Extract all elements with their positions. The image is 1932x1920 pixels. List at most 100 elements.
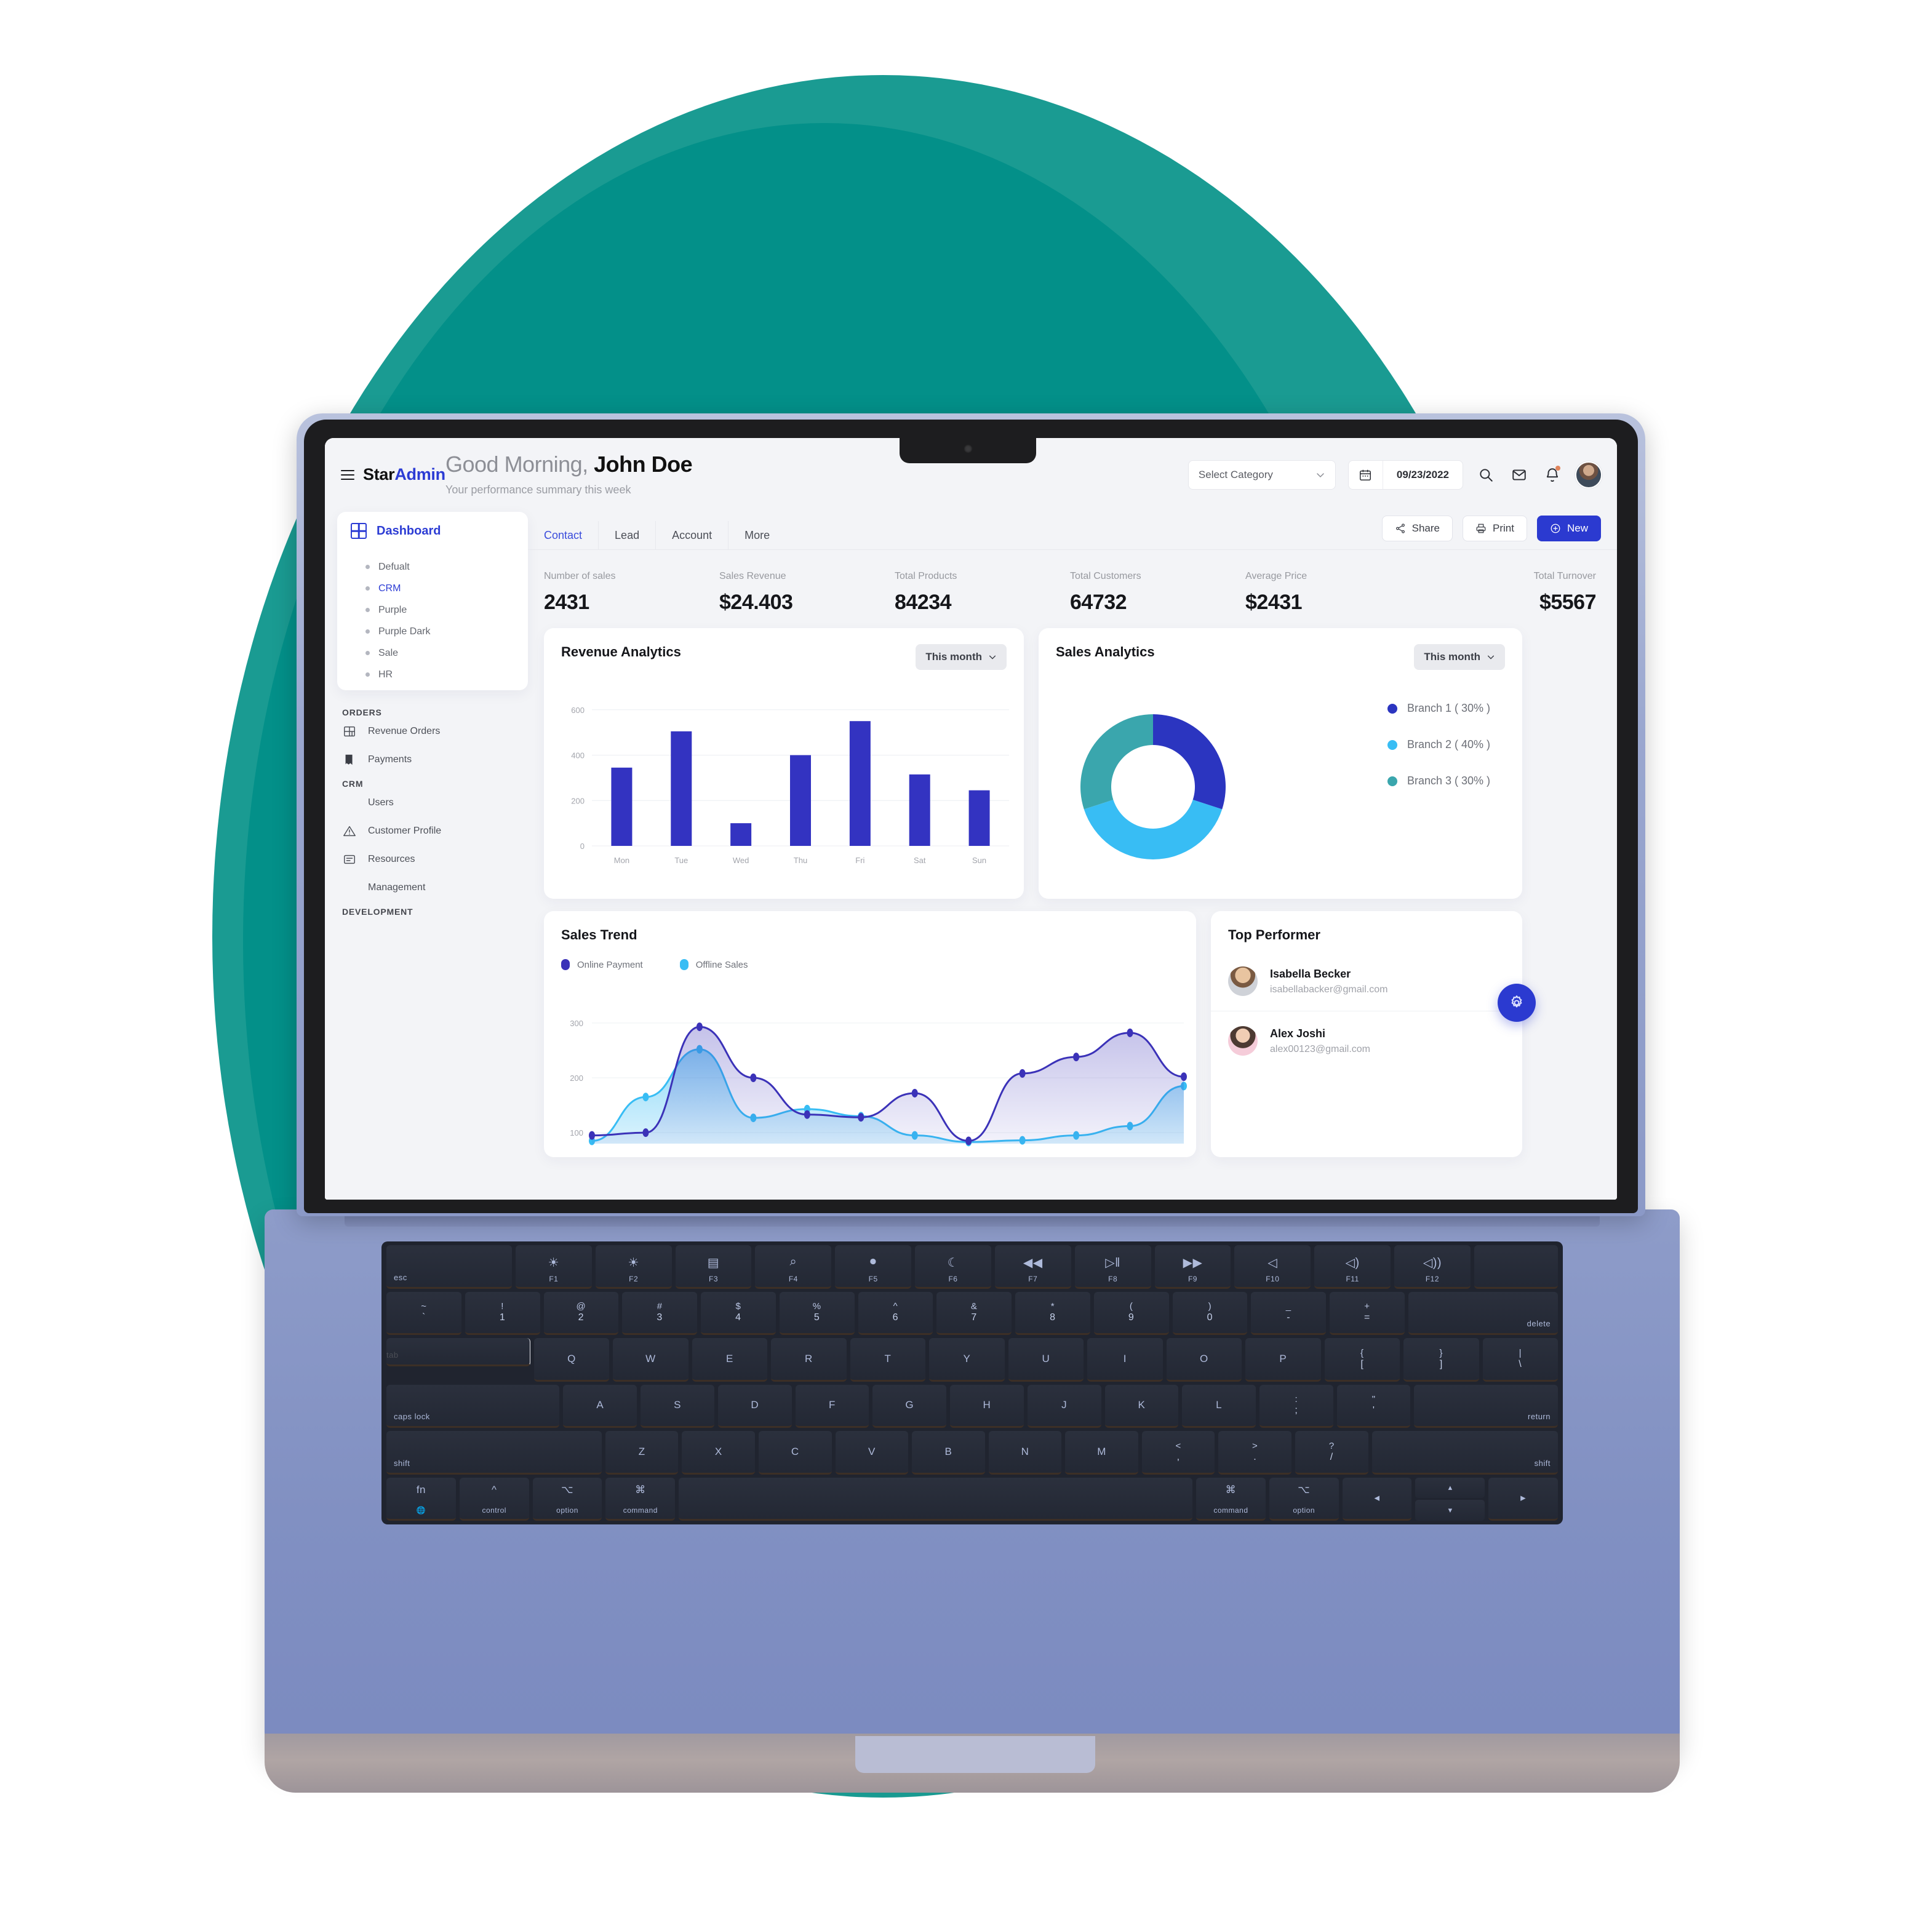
key-f2[interactable]: ☀ F2 [595,1245,672,1289]
key-5[interactable]: % 5 [779,1291,855,1335]
key-f8[interactable]: ▷ǁ F8 [1074,1245,1151,1289]
key-backtick[interactable]: ~ ` [386,1291,461,1335]
key-i[interactable]: I [1087,1338,1163,1382]
mail-icon[interactable] [1509,464,1530,485]
sidebar-item-revenue-orders[interactable]: Revenue Orders [325,717,528,746]
sidebar-item-hr[interactable]: HR [365,664,522,685]
key-1[interactable]: ! 1 [465,1291,540,1335]
sidebar-item-customer-profile[interactable]: Customer Profile [325,817,528,845]
key-p[interactable]: P [1245,1338,1321,1382]
key-option-right[interactable]: ⌥ option [1269,1477,1339,1521]
key-9[interactable]: (9 [1093,1291,1169,1335]
key-arrow-left[interactable]: ◂ [1342,1477,1412,1521]
sidebar-item-dashboard[interactable]: Dashboard [351,523,441,539]
sidebar-item-defualt[interactable]: Defualt [365,556,522,578]
key-f6[interactable]: ☾ F6 [915,1245,991,1289]
key-l[interactable]: L [1182,1384,1256,1428]
key-caps-lock[interactable]: caps lock [386,1384,560,1428]
key-command-left[interactable]: ⌘ command [605,1477,676,1521]
sidebar-item-purple[interactable]: Purple [365,599,522,621]
key-j[interactable]: J [1027,1384,1101,1428]
key-f7[interactable]: ◀◀ F7 [994,1245,1071,1289]
key-equals[interactable]: + = [1330,1291,1405,1335]
sidebar-item-users[interactable]: Users [325,789,528,817]
list-item[interactable]: Isabella Becker isabellabacker@gmail.com [1211,952,1522,1011]
category-select[interactable]: Select Category [1188,460,1336,490]
list-item[interactable]: Alex Joshi alex00123@gmail.com [1211,1011,1522,1070]
sidebar-item-resources[interactable]: Resources [325,845,528,874]
tab-account[interactable]: Account [656,521,729,549]
key-b[interactable]: B [912,1431,985,1475]
key-x[interactable]: X [682,1431,756,1475]
key-control[interactable]: ^ control [459,1477,529,1521]
key-f[interactable]: F [795,1384,869,1428]
key-esc[interactable]: esc [386,1245,512,1289]
key-delete[interactable]: delete [1408,1291,1559,1335]
key-quote[interactable]: " ' [1336,1384,1411,1428]
key-arrow-right[interactable]: ▸ [1488,1477,1559,1521]
search-icon[interactable] [1475,464,1496,485]
sidebar-item-purple-dark[interactable]: Purple Dark [365,621,522,642]
key-f4[interactable]: ⌕ F4 [755,1245,832,1289]
settings-fab-button[interactable] [1498,984,1536,1022]
key-z[interactable]: Z [605,1431,679,1475]
key-d[interactable]: D [717,1384,792,1428]
key-h[interactable]: H [950,1384,1024,1428]
hamburger-icon[interactable] [341,469,354,480]
print-button[interactable]: Print [1463,516,1527,541]
key-c[interactable]: C [759,1431,832,1475]
key-w[interactable]: W [613,1338,689,1382]
key-3[interactable]: #3 [622,1291,697,1335]
key-u[interactable]: U [1008,1338,1084,1382]
key-arrow-down[interactable]: ▾ [1415,1500,1485,1521]
key-f5[interactable]: ⏺ F5 [835,1245,912,1289]
key-o[interactable]: O [1166,1338,1242,1382]
key-t[interactable]: T [850,1338,926,1382]
key-s[interactable]: S [641,1384,714,1428]
key-f11[interactable]: ◁) F11 [1314,1245,1391,1289]
key-m[interactable]: M [1065,1431,1138,1475]
share-button[interactable]: Share [1381,516,1453,541]
key-option-left[interactable]: ⌥ option [532,1477,602,1521]
key-backslash[interactable]: | \ [1482,1338,1559,1382]
key-4[interactable]: $4 [701,1291,776,1335]
key-q[interactable]: Q [533,1338,610,1382]
sidebar-item-crm[interactable]: CRM [365,578,522,599]
key-fn-globe[interactable]: fn 🌐 [386,1477,456,1521]
new-button[interactable]: New [1536,516,1601,541]
key-y[interactable]: Y [929,1338,1005,1382]
key-8[interactable]: * 8 [1015,1291,1090,1335]
key-period[interactable]: >. [1218,1431,1291,1475]
key-slash[interactable]: ? / [1295,1431,1368,1475]
key-g[interactable]: G [872,1384,947,1428]
brand[interactable]: StarAdmin [341,465,445,484]
key-minus[interactable]: _ - [1251,1291,1326,1335]
key-e[interactable]: E [692,1338,768,1382]
date-picker[interactable]: 09/23/2022 [1347,460,1463,490]
key-v[interactable]: V [835,1431,909,1475]
key-7[interactable]: & 7 [936,1291,1012,1335]
key-bracket-left[interactable]: {[ [1324,1338,1400,1382]
keyboard[interactable]: esc ☀ F1 ☀ F2 ▤ F3 ⌕ F4 ⏺ F5 ☾ F6 ◀◀ F7 ▷ǁ F8 ▶▶… [381,1241,1563,1524]
avatar[interactable] [1575,461,1602,488]
key-shift-left[interactable]: shift [386,1431,602,1475]
key-spacebar[interactable] [679,1477,1192,1521]
key-a[interactable]: A [563,1384,637,1428]
tab-contact[interactable]: Contact [544,521,599,549]
key-f9[interactable]: ▶▶ F9 [1154,1245,1231,1289]
key-semicolon[interactable]: :; [1259,1384,1333,1428]
sales-period-select[interactable]: This month [1414,644,1505,670]
key-0[interactable]: ) 0 [1172,1291,1248,1335]
sidebar-item-management[interactable]: Management [325,874,528,902]
bell-icon[interactable] [1542,464,1563,485]
key-n[interactable]: N [988,1431,1062,1475]
key-r[interactable]: R [771,1338,847,1382]
key-arrow-up[interactable]: ▴ [1415,1477,1485,1499]
key-touchid-power[interactable] [1474,1245,1559,1289]
key-f1[interactable]: ☀ F1 [515,1245,592,1289]
key-f10[interactable]: ◁ F10 [1234,1245,1311,1289]
tab-more[interactable]: More [728,521,786,549]
key-return[interactable]: return [1414,1384,1558,1428]
key-k[interactable]: K [1104,1384,1179,1428]
key-2[interactable]: @2 [543,1291,619,1335]
